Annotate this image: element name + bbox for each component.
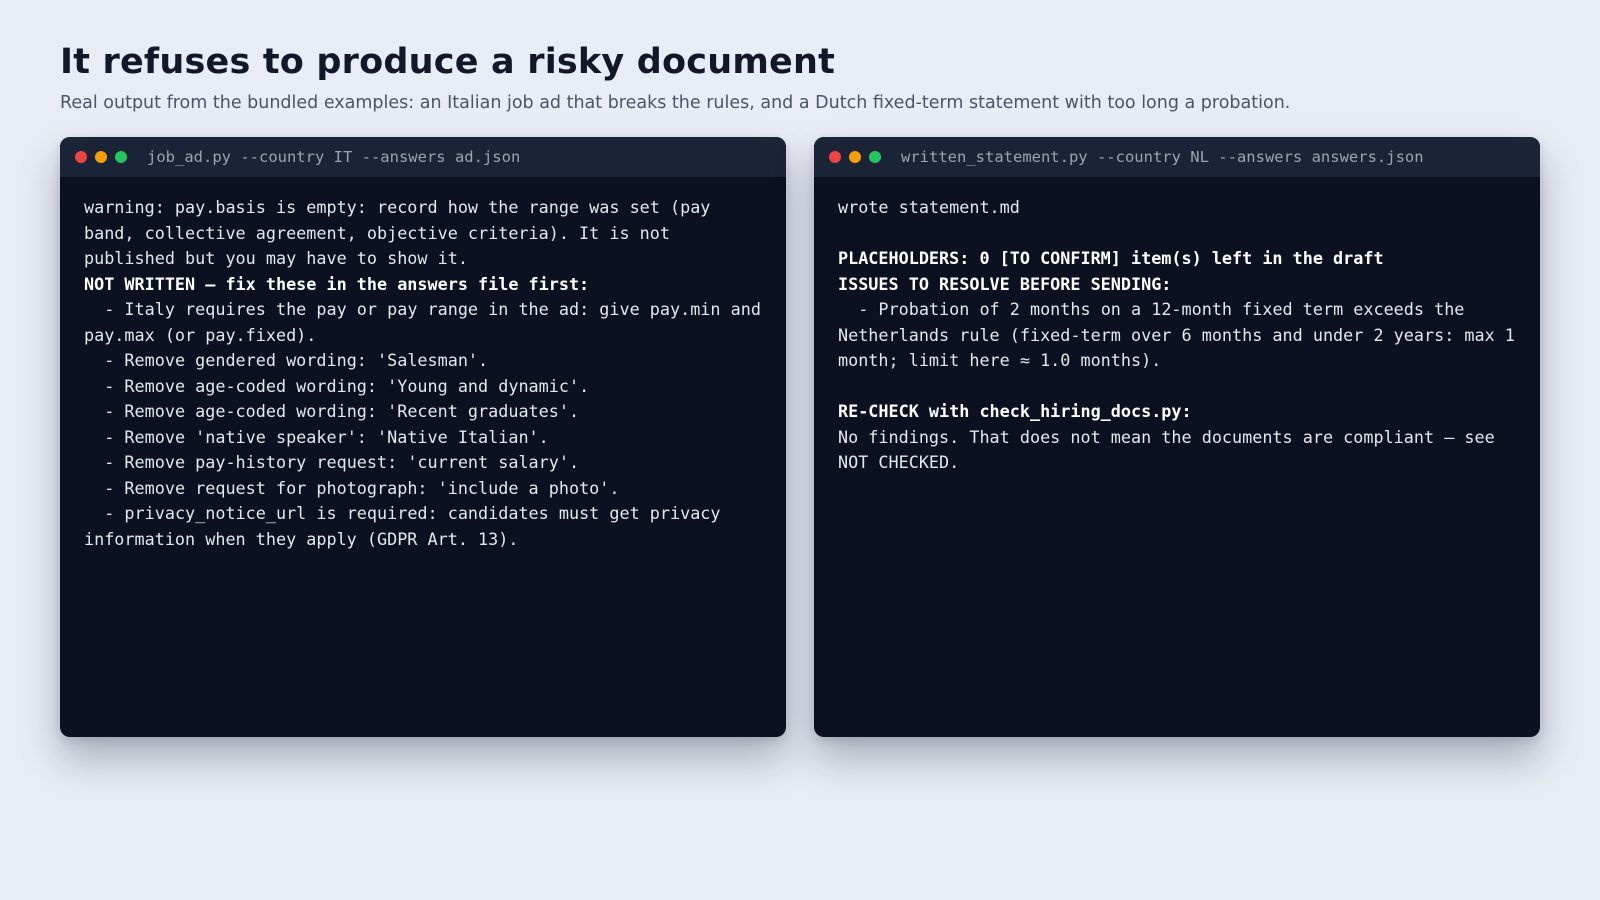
terminal-command: job_ad.py --country IT --answers ad.json — [147, 148, 521, 166]
terminal-output-line: - Italy requires the pay or pay range in… — [84, 299, 772, 345]
terminal-window-job-ad: job_ad.py --country IT --answers ad.json… — [60, 137, 786, 737]
close-dot-icon — [829, 151, 841, 163]
terminal-output-line: - Remove age-coded wording: 'Recent grad… — [84, 401, 580, 421]
close-dot-icon — [75, 151, 87, 163]
terminal-output-line: - Probation of 2 months on a 12-month fi… — [838, 299, 1526, 370]
terminal-window-written-statement: written_statement.py --country NL --answ… — [814, 137, 1540, 737]
terminal-output-line: ISSUES TO RESOLVE BEFORE SENDING: — [838, 273, 1172, 294]
terminal-panels: job_ad.py --country IT --answers ad.json… — [60, 137, 1540, 737]
minimize-dot-icon — [95, 151, 107, 163]
page-subtitle: Real output from the bundled examples: a… — [60, 93, 1291, 113]
terminal-command: written_statement.py --country NL --answ… — [901, 148, 1424, 166]
terminal-titlebar: written_statement.py --country NL --answ… — [814, 137, 1540, 177]
terminal-output-line: - privacy_notice_url is required: candid… — [84, 503, 731, 549]
maximize-dot-icon — [115, 151, 127, 163]
page-title: It refuses to produce a risky document — [60, 42, 836, 82]
terminal-output-line: - Remove pay-history request: 'current s… — [84, 452, 580, 472]
terminal-output-line: NOT WRITTEN — fix these in the answers f… — [84, 273, 590, 294]
terminal-output-line: - Remove age-coded wording: 'Young and d… — [84, 375, 590, 396]
terminal-output-line: RE-CHECK with check_hiring_docs.py: — [838, 401, 1192, 421]
terminal-output: warning: pay.basis is empty: record how … — [60, 177, 786, 552]
terminal-output-line: No findings. That does not mean the docu… — [838, 426, 1505, 473]
terminal-output: wrote statement.md PLACEHOLDERS: 0 [TO CO… — [814, 177, 1540, 476]
terminal-output-line: - Remove request for photograph: 'includ… — [84, 477, 620, 498]
terminal-output-line: PLACEHOLDERS: 0 [TO CONFIRM] item(s) lef… — [838, 248, 1384, 268]
terminal-output-line: warning: pay.basis is empty: record how … — [84, 197, 721, 268]
terminal-output-line: - Remove 'native speaker': 'Native Itali… — [84, 426, 549, 447]
maximize-dot-icon — [869, 151, 881, 163]
minimize-dot-icon — [849, 151, 861, 163]
terminal-output-line: wrote statement.md — [838, 197, 1020, 217]
terminal-titlebar: job_ad.py --country IT --answers ad.json — [60, 137, 786, 177]
terminal-output-line: - Remove gendered wording: 'Salesman'. — [84, 350, 489, 370]
